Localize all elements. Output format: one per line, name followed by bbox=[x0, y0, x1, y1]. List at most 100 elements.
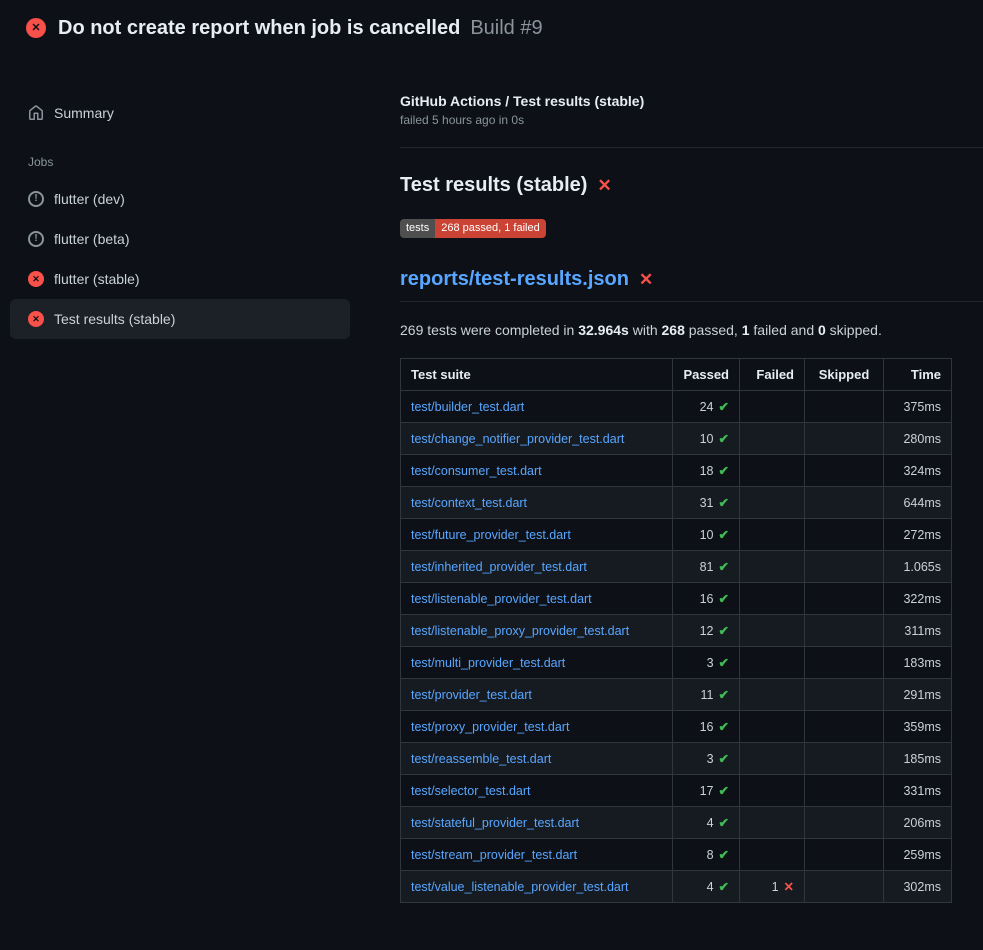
passed-count: 4 bbox=[707, 816, 714, 830]
check-icon: ✔ bbox=[719, 528, 729, 542]
skipped-cell bbox=[805, 647, 884, 679]
failed-cell bbox=[740, 423, 805, 455]
suite-cell: test/reassemble_test.dart bbox=[401, 743, 673, 775]
time-cell: 185ms bbox=[884, 743, 952, 775]
job-label: flutter (beta) bbox=[54, 231, 129, 247]
passed-cell: 3✔ bbox=[673, 647, 740, 679]
test-suite-link[interactable]: test/consumer_test.dart bbox=[411, 464, 542, 478]
suite-cell: test/proxy_provider_test.dart bbox=[401, 711, 673, 743]
check-icon: ✔ bbox=[719, 880, 729, 894]
check-icon: ✔ bbox=[719, 720, 729, 734]
sidebar-item-job[interactable]: !flutter (dev) bbox=[10, 179, 350, 219]
table-row: test/context_test.dart31✔644ms bbox=[401, 487, 952, 519]
passed-cell: 8✔ bbox=[673, 839, 740, 871]
home-icon bbox=[28, 105, 44, 121]
passed-count: 17 bbox=[700, 784, 714, 798]
summary-passed-total: 268 bbox=[662, 322, 685, 338]
failed-cell bbox=[740, 455, 805, 487]
test-suite-link[interactable]: test/stream_provider_test.dart bbox=[411, 848, 577, 862]
test-suite-link[interactable]: test/proxy_provider_test.dart bbox=[411, 720, 569, 734]
test-suite-link[interactable]: test/value_listenable_provider_test.dart bbox=[411, 880, 629, 894]
time-cell: 302ms bbox=[884, 871, 952, 903]
check-icon: ✔ bbox=[719, 496, 729, 510]
test-suite-link[interactable]: test/multi_provider_test.dart bbox=[411, 656, 565, 670]
check-icon: ✔ bbox=[719, 592, 729, 606]
time-cell: 206ms bbox=[884, 807, 952, 839]
test-suite-link[interactable]: test/stateful_provider_test.dart bbox=[411, 816, 579, 830]
check-icon: ✔ bbox=[719, 464, 729, 478]
check-icon: ✔ bbox=[719, 752, 729, 766]
skipped-cell bbox=[805, 487, 884, 519]
table-row: test/consumer_test.dart18✔324ms bbox=[401, 455, 952, 487]
suite-cell: test/listenable_provider_test.dart bbox=[401, 583, 673, 615]
time-cell: 183ms bbox=[884, 647, 952, 679]
time-cell: 311ms bbox=[884, 615, 952, 647]
passed-cell: 4✔ bbox=[673, 807, 740, 839]
test-suite-link[interactable]: test/inherited_provider_test.dart bbox=[411, 560, 587, 574]
sidebar-item-job[interactable]: ✕flutter (stable) bbox=[10, 259, 350, 299]
sidebar-item-job[interactable]: ✕Test results (stable) bbox=[10, 299, 350, 339]
col-header-time: Time bbox=[884, 359, 952, 391]
summary-fragment: with bbox=[629, 322, 662, 338]
sidebar-item-summary[interactable]: Summary bbox=[10, 95, 350, 131]
passed-cell: 11✔ bbox=[673, 679, 740, 711]
test-suite-link[interactable]: test/reassemble_test.dart bbox=[411, 752, 551, 766]
test-suite-link[interactable]: test/future_provider_test.dart bbox=[411, 528, 571, 542]
check-title: Do not create report when job is cancell… bbox=[58, 14, 460, 42]
main-content: GitHub Actions / Test results (stable) f… bbox=[400, 56, 983, 903]
passed-count: 8 bbox=[707, 848, 714, 862]
check-icon: ✔ bbox=[719, 784, 729, 798]
page-layout: Summary Jobs !flutter (dev)!flutter (bet… bbox=[0, 56, 983, 903]
failed-cell bbox=[740, 615, 805, 647]
table-row: test/stateful_provider_test.dart 4✔ 206ms bbox=[401, 807, 952, 839]
test-suite-link[interactable]: test/selector_test.dart bbox=[411, 784, 531, 798]
sidebar: Summary Jobs !flutter (dev)!flutter (bet… bbox=[0, 56, 400, 339]
failed-cell bbox=[740, 583, 805, 615]
passed-cell: 18✔ bbox=[673, 455, 740, 487]
table-row: test/future_provider_test.dart10✔272ms bbox=[401, 519, 952, 551]
table-row: test/multi_provider_test.dart 3✔ 183ms bbox=[401, 647, 952, 679]
time-cell: 291ms bbox=[884, 679, 952, 711]
failed-cell: 1✕ bbox=[740, 871, 805, 903]
skipped-cell bbox=[805, 839, 884, 871]
check-icon: ✔ bbox=[719, 560, 729, 574]
sidebar-item-job[interactable]: !flutter (beta) bbox=[10, 219, 350, 259]
table-row: test/stream_provider_test.dart8✔259ms bbox=[401, 839, 952, 871]
failed-status-icon: ✕ bbox=[26, 18, 46, 38]
check-icon: ✔ bbox=[719, 656, 729, 670]
test-suite-link[interactable]: test/listenable_proxy_provider_test.dart bbox=[411, 624, 629, 638]
passed-cell: 24 ✔ bbox=[673, 391, 740, 423]
passed-count: 31 bbox=[700, 496, 714, 510]
table-row: test/proxy_provider_test.dart16✔359ms bbox=[401, 711, 952, 743]
skipped-cell bbox=[805, 871, 884, 903]
failed-cell bbox=[740, 391, 805, 423]
table-row: test/listenable_proxy_provider_test.dart… bbox=[401, 615, 952, 647]
alert-circle-icon: ! bbox=[28, 191, 44, 207]
failed-cell bbox=[740, 519, 805, 551]
summary-fragment: failed and bbox=[750, 322, 819, 338]
suite-cell: test/selector_test.dart bbox=[401, 775, 673, 807]
check-icon: ✔ bbox=[719, 400, 729, 414]
build-number: Build #9 bbox=[470, 14, 542, 42]
passed-count: 16 bbox=[700, 720, 714, 734]
test-suite-link[interactable]: test/context_test.dart bbox=[411, 496, 527, 510]
suite-cell: test/listenable_proxy_provider_test.dart bbox=[401, 615, 673, 647]
passed-count: 24 bbox=[700, 400, 714, 414]
skipped-cell bbox=[805, 519, 884, 551]
report-title-link[interactable]: reports/test-results.json bbox=[400, 268, 629, 291]
skipped-cell bbox=[805, 775, 884, 807]
table-row: test/change_notifier_provider_test.dart1… bbox=[401, 423, 952, 455]
summary-failed-total: 1 bbox=[742, 322, 750, 338]
table-row: test/listenable_provider_test.dart16✔322… bbox=[401, 583, 952, 615]
summary-label: Summary bbox=[54, 105, 114, 121]
summary-fragment: 269 tests were completed in bbox=[400, 322, 578, 338]
test-suite-link[interactable]: test/provider_test.dart bbox=[411, 688, 532, 702]
test-suite-link[interactable]: test/change_notifier_provider_test.dart bbox=[411, 432, 624, 446]
test-suite-link[interactable]: test/builder_test.dart bbox=[411, 400, 524, 414]
check-run-header: ✕ Do not create report when job is cance… bbox=[0, 0, 983, 56]
test-suite-link[interactable]: test/listenable_provider_test.dart bbox=[411, 592, 592, 606]
report-heading: reports/test-results.json ✕ bbox=[400, 268, 983, 302]
time-cell: 280ms bbox=[884, 423, 952, 455]
suite-cell: test/context_test.dart bbox=[401, 487, 673, 519]
passed-cell: 17 ✔ bbox=[673, 775, 740, 807]
